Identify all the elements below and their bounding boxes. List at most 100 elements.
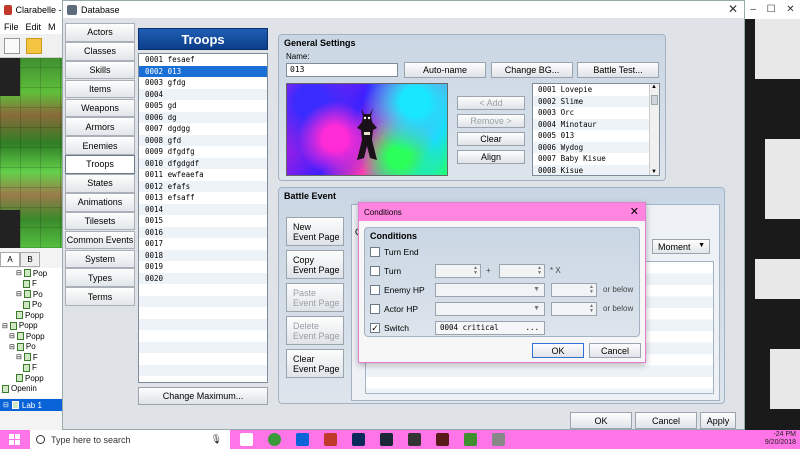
minimize-icon[interactable]: – (750, 4, 756, 15)
category-states[interactable]: States (65, 174, 135, 193)
enemy-list-item[interactable]: 0008 Kisue (533, 164, 659, 175)
map-tree-node[interactable]: Popp (0, 310, 62, 321)
troop-list[interactable]: 0001 fesaef 0002 013 0003 gfdg 0004 0005 gd 0… (138, 53, 268, 383)
rpg-maker-icon[interactable] (464, 433, 477, 446)
scroll-up-icon[interactable]: ▲ (651, 84, 657, 90)
app-icon[interactable] (324, 433, 337, 446)
collapse-icon[interactable]: ⊟ (16, 290, 22, 298)
troop-list-item[interactable] (139, 330, 267, 342)
tab-b[interactable]: B (20, 252, 40, 267)
open-folder-icon[interactable] (26, 38, 42, 54)
map-tree-node[interactable]: Popp (0, 373, 62, 384)
map-tree-node[interactable]: F (0, 279, 62, 290)
dialog-cancel-button[interactable]: Cancel (589, 343, 641, 358)
steam-icon[interactable] (380, 433, 393, 446)
troop-list-item[interactable] (139, 295, 267, 307)
map-tree-node[interactable]: ⊟ F (0, 352, 62, 363)
turn-end-checkbox[interactable] (370, 247, 380, 257)
collapse-icon[interactable]: ⊟ (2, 322, 8, 330)
task-view-icon[interactable] (240, 433, 253, 446)
menu-file[interactable]: File (4, 22, 19, 32)
auto-name-button[interactable]: Auto-name (404, 62, 486, 78)
switch-select-ellipsis[interactable]: ... (525, 322, 539, 334)
collapse-icon[interactable]: ⊟ (16, 269, 22, 277)
collapse-icon[interactable]: ⊟ (9, 343, 15, 351)
category-items[interactable]: Items (65, 79, 135, 99)
turn-checkbox[interactable] (370, 266, 380, 276)
collapse-icon[interactable]: ⊟ (3, 401, 9, 409)
troop-list-item[interactable]: 0007 dgdgg (139, 123, 267, 135)
enemy-list[interactable]: ▲ ▼ 0001 Lovepie 0002 Slime 0003 Orc 0004 M… (532, 83, 660, 176)
close-icon[interactable]: ✕ (786, 4, 794, 15)
troop-list-item[interactable]: 0010 dfgdgdf (139, 157, 267, 169)
troop-list-item[interactable]: 0019 (139, 261, 267, 273)
stepper-arrows-icon[interactable]: ▲ ▼ (473, 266, 478, 276)
troop-list-item[interactable] (139, 353, 267, 365)
map-tree-selected[interactable]: ⊟ Lab 1 (0, 399, 62, 411)
troop-list-item[interactable]: 0006 dg (139, 111, 267, 123)
switch-select[interactable]: 0004 critical ... (435, 321, 545, 335)
collapse-icon[interactable]: ⊟ (9, 332, 15, 340)
scroll-down-icon[interactable]: ▼ (651, 169, 657, 175)
troop-list-item[interactable] (139, 318, 267, 330)
enemy-list-item[interactable]: 0002 Slime (533, 95, 659, 107)
span-select[interactable]: Moment ▼ (652, 239, 710, 254)
tab-a[interactable]: A (0, 252, 20, 267)
change-bg-button[interactable]: Change BG... (491, 62, 573, 78)
troop-list-item[interactable]: 0001 fesaef (139, 54, 267, 66)
paste-event-page-button[interactable]: Paste Event Page (286, 283, 344, 312)
clear-event-page-button[interactable]: Clear Event Page (286, 349, 344, 378)
troop-list-item[interactable]: 0008 gfd (139, 134, 267, 146)
enemy-hp-checkbox[interactable] (370, 285, 380, 295)
collapse-icon[interactable]: ⊟ (16, 353, 22, 361)
enemy-list-item[interactable]: 0007 Baby Kisue (533, 153, 659, 165)
enemy-hp-stepper[interactable]: ▲ ▼ (551, 283, 597, 297)
troop-list-item[interactable]: 0015 (139, 215, 267, 227)
map-tree-node[interactable]: ⊟ Po (0, 289, 62, 300)
map-tree-node[interactable]: ⊟ Po (0, 342, 62, 353)
map-tree[interactable]: ⊟ Pop F ⊟ Po Po Popp ⊟ Popp ⊟ Popp ⊟ Po ⊟ F F Popp Openin (0, 268, 62, 398)
troop-list-item[interactable]: 0017 (139, 238, 267, 250)
troop-list-item[interactable]: 0009 dfgdfg (139, 146, 267, 158)
actor-hp-checkbox[interactable] (370, 304, 380, 314)
photoshop-icon[interactable] (352, 433, 365, 446)
troop-list-item[interactable]: 0013 efsaff (139, 192, 267, 204)
troop-list-item[interactable]: 0014 (139, 203, 267, 215)
category-enemies[interactable]: Enemies (65, 136, 135, 155)
turn-a-stepper[interactable]: ▲ ▼ (435, 264, 481, 278)
troop-list-item[interactable]: 0003 gfdg (139, 77, 267, 89)
app-icon[interactable] (408, 433, 421, 446)
clear-enemies-button[interactable]: Clear (457, 132, 525, 146)
new-project-icon[interactable] (4, 38, 20, 54)
taskbar-search[interactable]: Type here to search 🎙 (30, 430, 230, 449)
troop-list-item[interactable] (139, 376, 267, 382)
map-tree-node[interactable]: Po (0, 300, 62, 311)
copy-event-page-button[interactable]: Copy Event Page (286, 250, 344, 279)
category-classes[interactable]: Classes (65, 41, 135, 61)
troop-name-input[interactable]: 013 (286, 63, 398, 77)
stepper-arrows-icon[interactable]: ▲ ▼ (589, 304, 594, 314)
troop-list-item[interactable] (139, 307, 267, 319)
category-system[interactable]: System (65, 249, 135, 269)
cancel-button[interactable]: Cancel (635, 412, 697, 429)
change-maximum-button[interactable]: Change Maximum... (138, 387, 268, 405)
scroll-thumb[interactable] (651, 95, 658, 105)
turn-b-stepper[interactable]: ▲ ▼ (499, 264, 545, 278)
remove-enemy-button[interactable]: Remove > (457, 114, 525, 128)
align-enemies-button[interactable]: Align (457, 150, 525, 164)
maximize-icon[interactable]: ☐ (767, 4, 776, 15)
apply-button[interactable]: Apply (700, 412, 736, 429)
map-tree-node[interactable]: F (0, 363, 62, 374)
enemy-select[interactable]: ▼ (435, 283, 545, 297)
map-tree-node[interactable]: ⊟ Popp (0, 331, 62, 342)
tileset-palette[interactable] (0, 58, 62, 248)
troop-list-item[interactable]: 0016 (139, 226, 267, 238)
map-tree-node[interactable]: Openin (0, 384, 62, 395)
mail-icon[interactable] (296, 433, 309, 446)
category-skills[interactable]: Skills (65, 60, 135, 80)
enemy-sprite[interactable] (355, 102, 379, 162)
close-icon[interactable]: ✕ (630, 205, 639, 218)
menu-more[interactable]: M (48, 22, 56, 32)
system-tray-clock[interactable]: -24 PM 9/20/2018 (765, 431, 796, 447)
troop-list-item[interactable]: 0020 (139, 272, 267, 284)
